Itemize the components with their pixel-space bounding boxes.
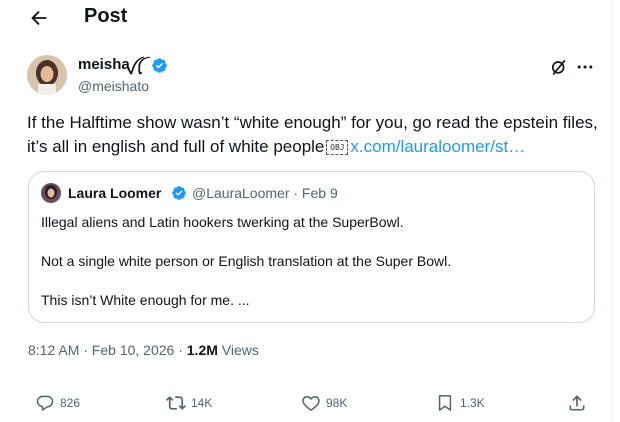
object-replacement-glyph: OBJ: [326, 140, 349, 156]
quoted-author-name[interactable]: Laura Loomer: [68, 185, 161, 201]
views-label: Views: [217, 342, 259, 358]
quoted-post[interactable]: Laura Loomer @LauraLoomer · Feb 9 Illega…: [28, 171, 595, 323]
like-count: 98K: [326, 396, 348, 410]
repost-icon: [166, 396, 186, 410]
quoted-text-line: Not a single white person or English tra…: [41, 253, 452, 269]
quoted-text-line: Illegal aliens and Latin hookers twerkin…: [41, 214, 404, 230]
bookmark-button[interactable]: 1.3K: [435, 392, 485, 414]
more-options-icon[interactable]: [575, 57, 595, 77]
views-count: 1.2M: [186, 342, 218, 358]
repost-button[interactable]: 14K: [166, 392, 212, 414]
post-timestamp[interactable]: 8:12 AM · Feb 10, 2026 ·: [28, 342, 187, 358]
quoted-handle-date: @LauraLoomer · Feb 9: [192, 185, 338, 201]
repost-count: 14K: [191, 396, 213, 410]
top-bar: Post: [0, 0, 612, 36]
quoted-avatar[interactable]: [41, 183, 61, 203]
verified-badge-icon: [172, 186, 186, 200]
share-icon: [569, 395, 585, 411]
grok-icon[interactable]: [549, 57, 569, 77]
like-button[interactable]: 98K: [301, 392, 347, 414]
verified-badge-icon[interactable]: [151, 57, 168, 74]
bookmark-count: 1.3K: [460, 396, 485, 410]
post-detail-panel: Post meisha ꪜꪶ @meishato If the Halftime…: [0, 0, 612, 422]
reply-count: 826: [60, 396, 81, 410]
avatar[interactable]: [27, 55, 67, 95]
post-text: If the Halftime show wasn’t “white enoug…: [27, 111, 602, 159]
reply-button[interactable]: 826: [35, 392, 80, 414]
post-meta: 8:12 AM · Feb 10, 2026 · 1.2M Views: [28, 342, 259, 358]
quoted-text-line: This isn’t White enough for me. ...: [41, 292, 250, 308]
heart-icon: [302, 396, 320, 411]
post-link[interactable]: x.com/lauraloomer/st…: [350, 137, 525, 156]
author-handle[interactable]: @meishato: [78, 78, 149, 94]
page-title: Post: [84, 5, 128, 27]
author-name[interactable]: meisha: [78, 56, 130, 73]
arrow-left-icon[interactable]: [28, 7, 50, 29]
share-button[interactable]: [567, 392, 587, 414]
reply-icon: [36, 395, 54, 411]
bookmark-icon: [438, 395, 452, 411]
